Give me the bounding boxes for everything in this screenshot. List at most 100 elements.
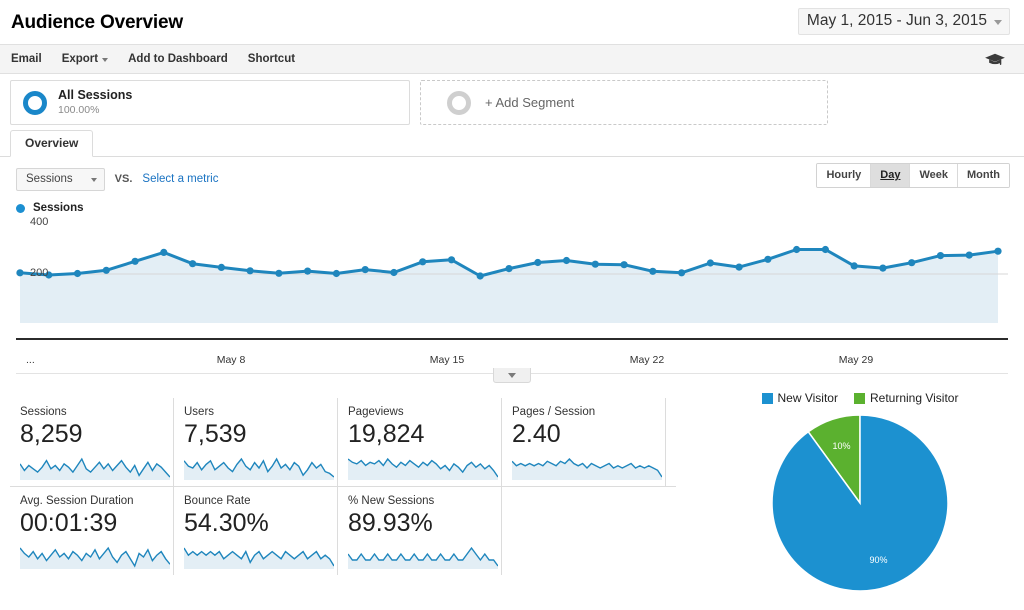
granularity-week-label: Week [919,169,949,181]
metric-label: Bounce Rate [184,495,251,507]
metric-value: 00:01:39 [20,509,118,537]
granularity-month-label: Month [967,169,1000,181]
metric-sparkline [348,546,498,569]
metric-label: Avg. Session Duration [20,495,134,507]
metric-label: % New Sessions [348,495,435,507]
granularity-month[interactable]: Month [958,164,1009,187]
export-button[interactable]: Export [61,53,109,65]
metric-card-users[interactable]: Users 7,539 [174,398,338,486]
metric-card-bounce-rate[interactable]: Bounce Rate 54.30% [174,487,338,575]
pie-legend-new-visitor-label: New Visitor [777,391,838,405]
metric-row-secondary: Avg. Session Duration 00:01:39 Bounce Rate… [10,487,690,575]
sessions-line-chart[interactable]: 400 200 [16,216,1008,352]
metric-label: Sessions [20,406,67,418]
granularity-hourly-label: Hourly [826,169,862,181]
collapse-chart-handle[interactable] [493,368,531,383]
chevron-down-icon [90,177,97,182]
metric-card-pages-session[interactable]: Pages / Session 2.40 [502,398,666,486]
granularity-toggle-group: Hourly Day Week Month [816,163,1010,188]
pie-slice-label: 90% [869,555,887,565]
metric-sparkline [184,547,334,569]
visitor-type-pie-chart[interactable]: 10% 90% [765,412,955,594]
pie-legend-returning-visitor[interactable]: Returning Visitor [853,391,959,405]
chevron-down-icon [994,19,1002,25]
segment-ring-icon [23,90,47,115]
metric-cards: Sessions 8,259 Users 7,539 Pageviews 19,824 Pa… [10,398,690,575]
metric-card-avg-session-duration[interactable]: Avg. Session Duration 00:01:39 [10,487,174,575]
tab-bar: Overview [0,130,1024,157]
segment-name: All Sessions [58,87,133,102]
metric-label: Pages / Session [512,406,596,418]
granularity-week[interactable]: Week [910,164,959,187]
add-to-dashboard-label: Add to Dashboard [128,53,228,65]
x-tick-2: May 15 [429,354,465,366]
date-range-picker[interactable]: May 1, 2015 - Jun 3, 2015 [797,8,1010,35]
metric-sparkline [348,457,498,480]
x-tick-1: May 8 [216,354,246,366]
page-title: Audience Overview [11,12,183,33]
pie-swatch-returning-visitor-icon [853,392,865,404]
visitor-type-pie-panel: New Visitor Returning Visitor 10% 90% [700,388,1020,603]
x-tick-0: ... [26,354,35,366]
email-label: Email [11,53,42,65]
metric-card-new-sessions[interactable]: % New Sessions 89.93% [338,487,502,575]
action-toolbar: Email Export Add to Dashboard Shortcut [0,45,1024,74]
metric-card-sessions[interactable]: Sessions 8,259 [10,398,174,486]
metric-value: 19,824 [348,420,425,448]
shortcut-button[interactable]: Shortcut [248,53,295,65]
chevron-down-icon [508,372,516,378]
legend-dot-icon [16,203,25,213]
metric-value: 8,259 [20,420,83,448]
page-header: Audience Overview May 1, 2015 - Jun 3, 2… [0,0,1024,45]
segment-bar: All Sessions 100.00% + Add Segment [0,74,1024,132]
granularity-day-label: Day [880,169,901,181]
metric-sparkline [184,457,334,480]
pie-legend: New Visitor Returning Visitor [700,388,1020,408]
add-segment-label: + Add Segment [485,95,575,110]
legend-sessions-label: Sessions [33,202,84,214]
chart-axis-line [16,338,1008,340]
chart-legend: Sessions [0,193,1024,217]
metric-value: 89.93% [348,509,433,537]
chart-x-axis: ... May 8 May 15 May 22 May 29 [16,352,1008,383]
segment-percent: 100.00% [58,104,100,117]
metric-label: Pageviews [348,406,404,418]
x-tick-4: May 29 [838,354,874,366]
metric-selector[interactable]: Sessions [16,167,105,191]
x-tick-3: May 22 [629,354,665,366]
metric-row-primary: Sessions 8,259 Users 7,539 Pageviews 19,824 Pa… [10,398,690,486]
shortcut-label: Shortcut [247,53,296,65]
tab-overview-label: Overview [25,136,79,150]
pie-legend-returning-visitor-label: Returning Visitor [869,391,959,405]
metric-card-pageviews[interactable]: Pageviews 19,824 [338,398,502,486]
date-range-label: May 1, 2015 - Jun 3, 2015 [806,12,987,29]
granularity-hourly[interactable]: Hourly [817,164,872,187]
select-a-metric-link[interactable]: Select a metric [142,173,218,185]
chevron-down-icon [102,58,109,62]
audience-overview-page: Audience Overview May 1, 2015 - Jun 3, 2… [0,0,1024,610]
chart-controls: Sessions VS. Select a metric Hourly Day … [0,157,1024,193]
tab-overview[interactable]: Overview [10,130,94,157]
metric-value: 2.40 [512,420,561,448]
granularity-day[interactable]: Day [871,164,911,187]
export-label: Export [61,53,99,65]
pie-legend-new-visitor[interactable]: New Visitor [761,391,838,405]
pie-slice[interactable] [771,414,949,592]
pie-slice-label: 10% [832,441,850,451]
segment-all-sessions[interactable]: All Sessions 100.00% [10,80,410,125]
email-button[interactable]: Email [11,53,42,65]
add-to-dashboard-button[interactable]: Add to Dashboard [128,53,228,65]
metric-value: 54.30% [184,509,269,537]
metric-sparkline [20,457,170,480]
graduation-cap-icon[interactable] [984,51,1006,69]
metric-value: 7,539 [184,420,247,448]
metric-sparkline [20,546,170,569]
sessions-chart-svg [16,245,1008,323]
segment-ring-empty-icon [447,90,471,115]
add-segment-button[interactable]: + Add Segment [420,80,828,125]
metric-label: Users [184,406,215,418]
metric-sparkline [512,457,662,480]
metric-selected-label: Sessions [26,172,73,185]
pie-swatch-new-visitor-icon [761,392,773,404]
vs-label: VS. [114,173,133,185]
